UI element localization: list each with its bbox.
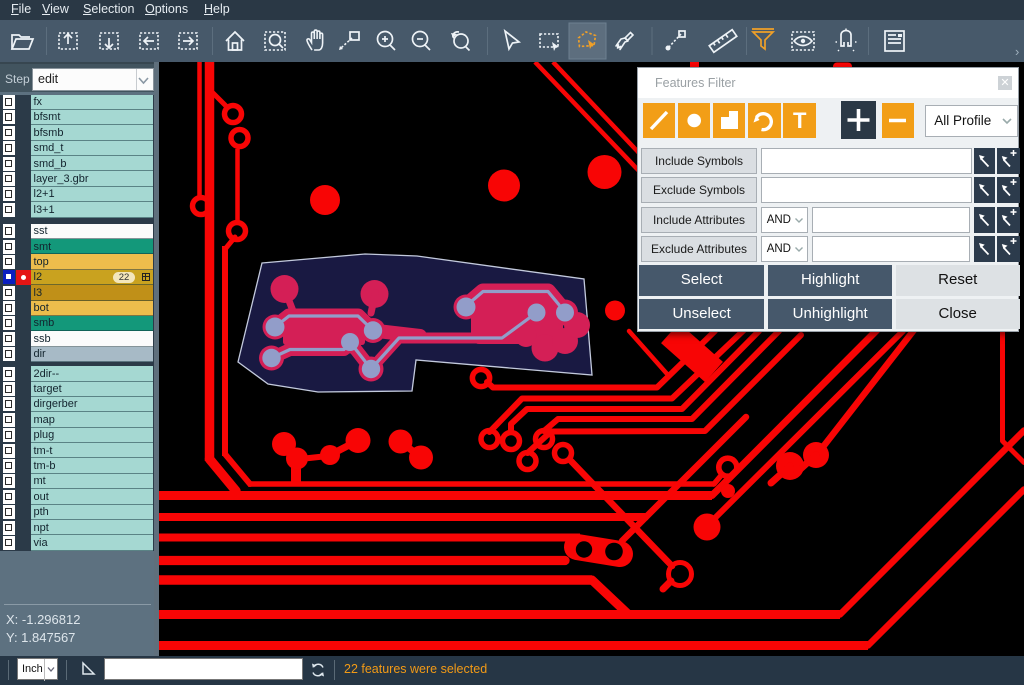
svg-text:T: T <box>793 108 807 133</box>
svg-text:›: › <box>1015 44 1019 59</box>
